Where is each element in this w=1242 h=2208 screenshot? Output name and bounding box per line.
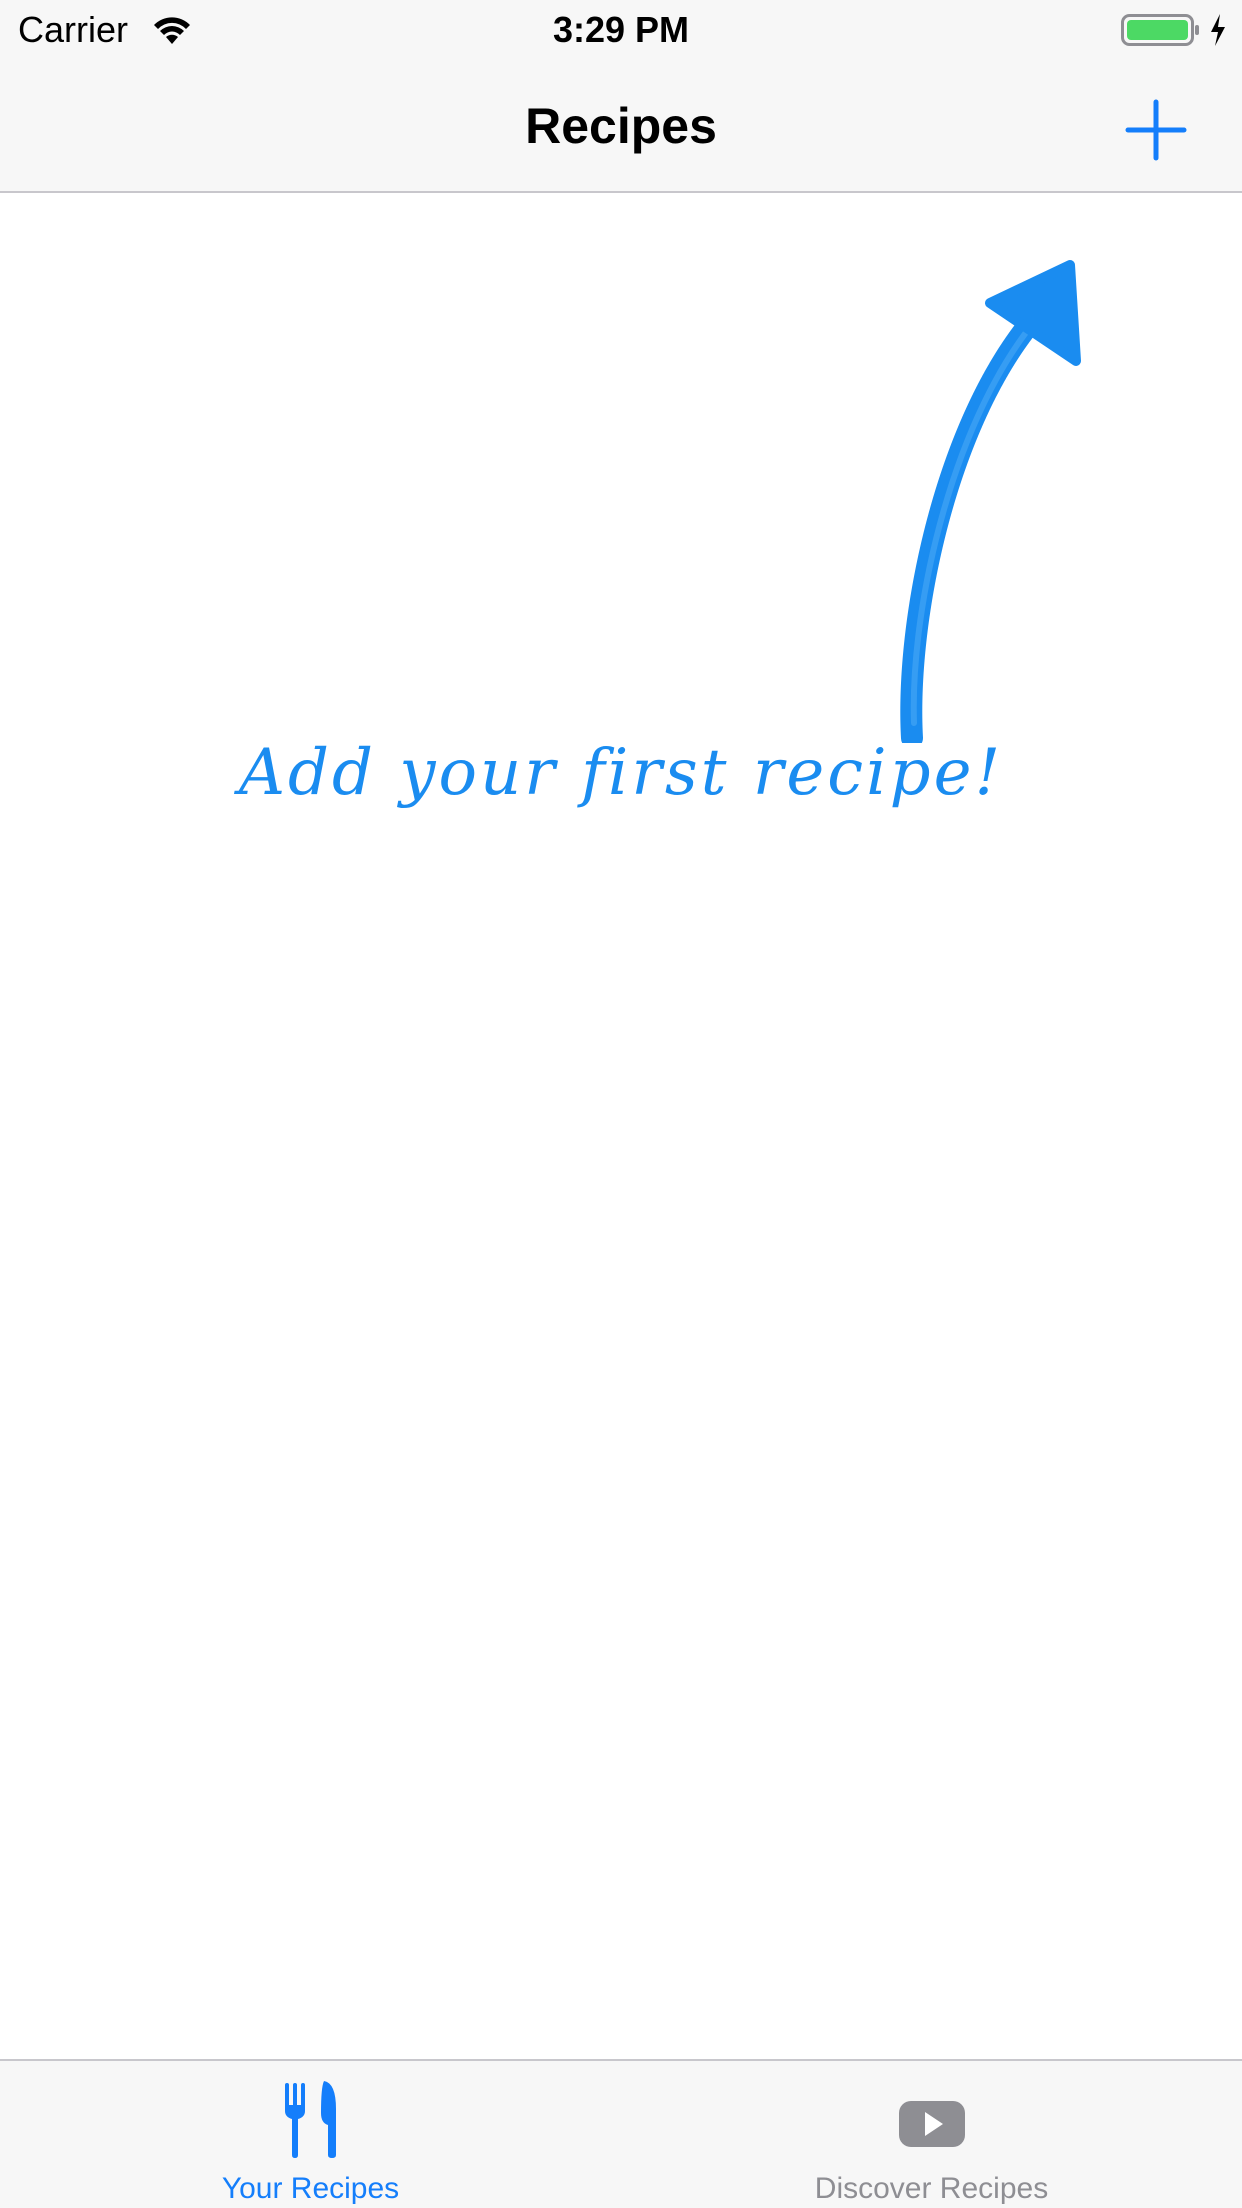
tab-your-recipes[interactable]: Your Recipes: [0, 2061, 621, 2208]
navigation-bar: Recipes: [0, 60, 1242, 193]
tab-discover-recipes[interactable]: Discover Recipes: [621, 2061, 1242, 2208]
recipe-list-empty-state: Add your first recipe!: [0, 193, 1242, 2059]
tab-bar: Your Recipes Discover Recipes: [0, 2059, 1242, 2208]
page-title: Recipes: [525, 98, 717, 154]
add-first-recipe-hint: Add your first recipe!: [238, 736, 1004, 810]
hand-drawn-arrow-icon: [880, 223, 1100, 749]
add-recipe-button[interactable]: [1120, 94, 1192, 166]
play-video-icon: [887, 2079, 977, 2159]
fork-knife-icon: [266, 2079, 356, 2159]
plus-icon: [1125, 99, 1187, 161]
clock: 3:29 PM: [552, 9, 690, 50]
tab-discover-recipes-label: Discover Recipes: [814, 2172, 1049, 2205]
tab-your-recipes-label: Your Recipes: [221, 2172, 400, 2205]
battery-full-icon: [1121, 12, 1201, 48]
status-bar: Carrier 3:29 PM: [0, 0, 1242, 60]
bolt-icon: [1208, 12, 1228, 48]
